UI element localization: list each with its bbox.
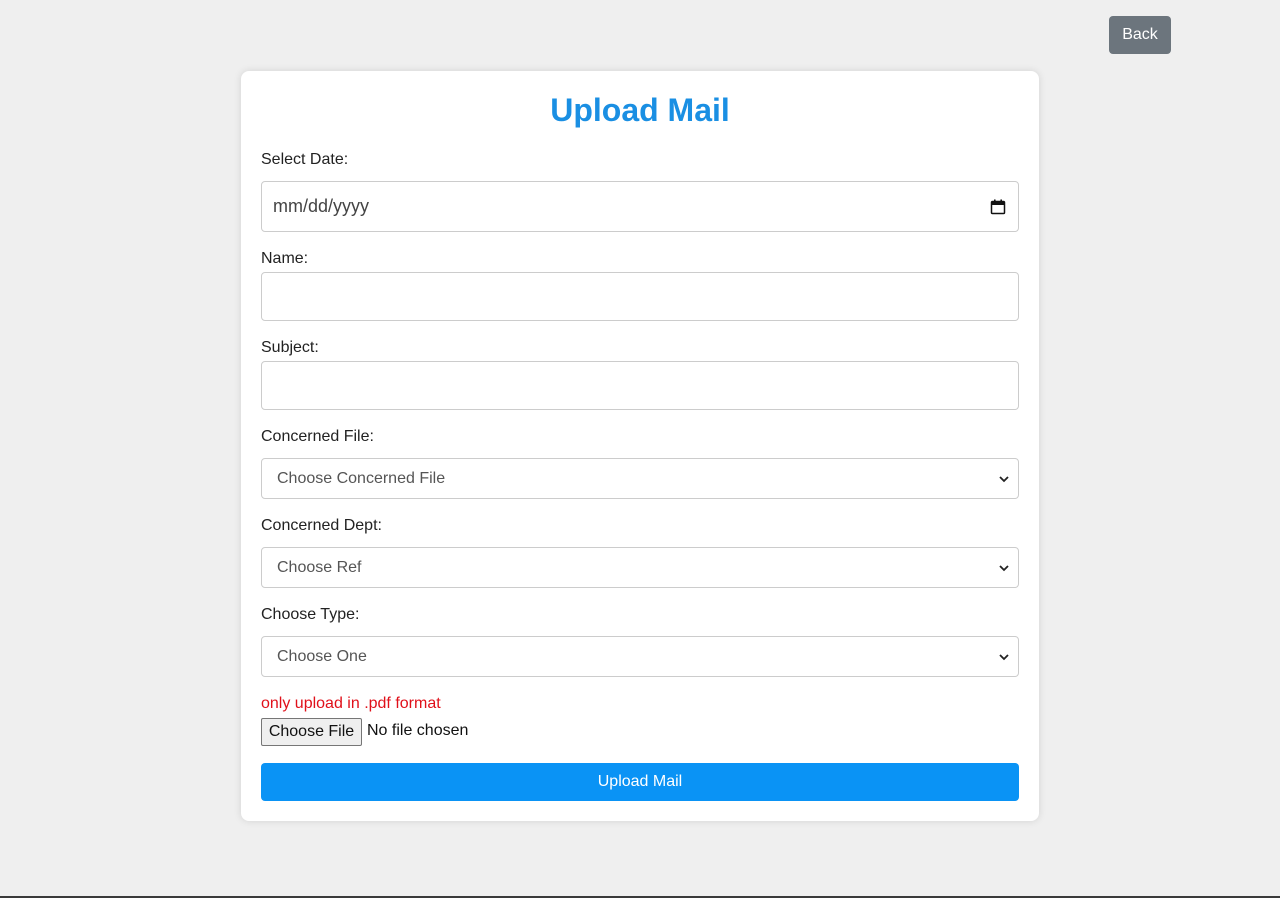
page: Back Upload Mail Select Date: mm/dd/yyyy…	[0, 0, 1280, 898]
chevron-down-icon	[999, 565, 1009, 572]
date-label: Select Date:	[261, 151, 349, 168]
upload-mail-button[interactable]: Upload Mail	[261, 763, 1019, 801]
concerned-file-label: Concerned File:	[261, 428, 374, 445]
name-label: Name:	[261, 250, 309, 267]
subject-input[interactable]	[261, 361, 1019, 410]
concerned-dept-selected: Choose Ref	[277, 559, 362, 576]
type-selected: Choose One	[277, 648, 367, 665]
pdf-format-hint: only upload in .pdf format	[261, 695, 441, 712]
concerned-dept-label: Concerned Dept:	[261, 517, 382, 534]
subject-label: Subject:	[261, 339, 319, 356]
concerned-dept-select[interactable]: Choose Ref	[261, 547, 1019, 588]
upload-mail-card: Upload Mail Select Date: mm/dd/yyyy Name…	[241, 71, 1039, 821]
date-placeholder: mm/dd/yyyy	[273, 196, 370, 216]
chevron-down-icon	[999, 476, 1009, 483]
date-input[interactable]: mm/dd/yyyy	[261, 181, 1019, 232]
concerned-file-select[interactable]: Choose Concerned File	[261, 458, 1019, 499]
file-status: No file chosen	[367, 722, 469, 739]
concerned-file-selected: Choose Concerned File	[277, 470, 446, 487]
chevron-down-icon	[999, 654, 1009, 661]
calendar-icon[interactable]	[990, 199, 1006, 215]
choose-file-button[interactable]: Choose File	[261, 718, 362, 746]
page-title: Upload Mail	[550, 92, 730, 128]
back-button[interactable]: Back	[1109, 16, 1171, 54]
type-select[interactable]: Choose One	[261, 636, 1019, 677]
type-label: Choose Type:	[261, 606, 360, 623]
name-input[interactable]	[261, 272, 1019, 321]
